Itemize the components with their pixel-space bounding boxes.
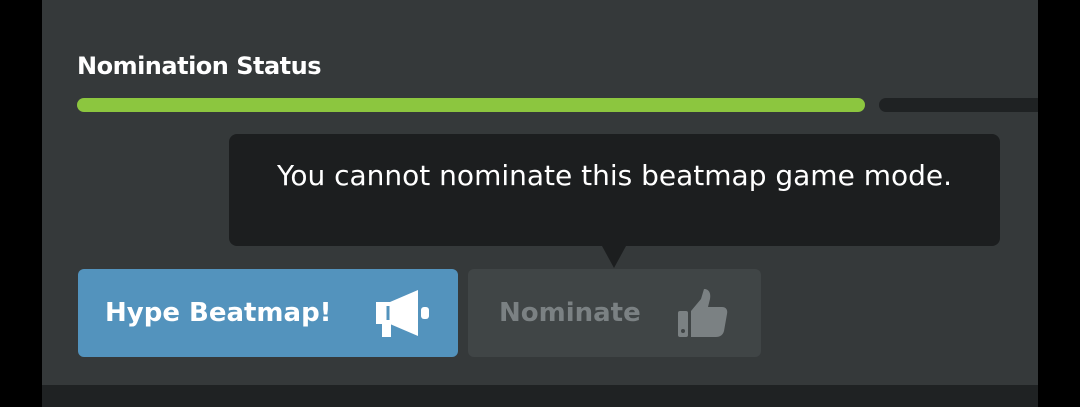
panel-footer [42, 385, 1038, 407]
nominate-label: Nominate [499, 298, 641, 328]
tooltip-arrow [602, 246, 626, 268]
thumbs-up-icon [676, 287, 730, 339]
nomination-progress-remaining [879, 98, 1038, 112]
nominate-disabled-tooltip: You cannot nominate this beatmap game mo… [229, 134, 1000, 246]
nomination-status-heading: Nomination Status [77, 52, 322, 80]
tooltip-text: You cannot nominate this beatmap game mo… [276, 159, 953, 192]
hype-beatmap-button[interactable]: Hype Beatmap! [78, 269, 458, 357]
megaphone-icon [374, 288, 432, 338]
nominate-button[interactable]: Nominate [468, 269, 761, 357]
nomination-progress-fill [77, 98, 865, 112]
nomination-progress-bar [77, 98, 1038, 112]
hype-beatmap-label: Hype Beatmap! [105, 298, 332, 328]
